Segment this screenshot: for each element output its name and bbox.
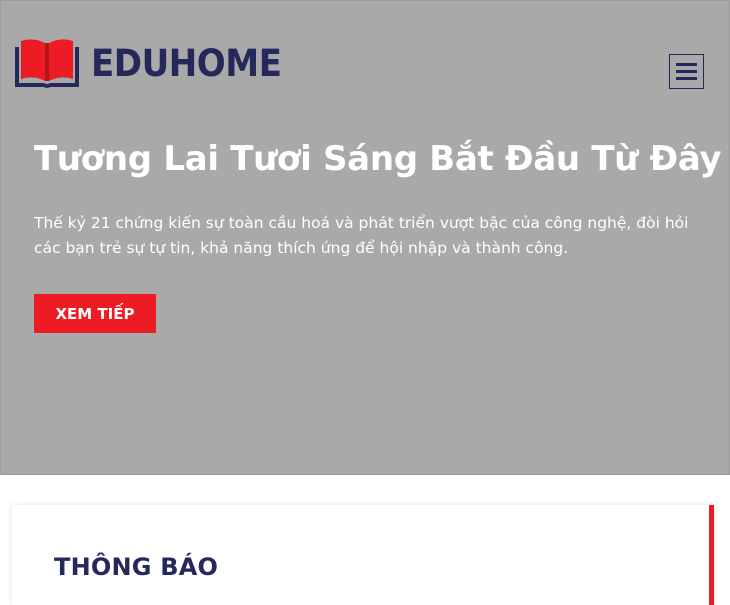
notice-card: THÔNG BÁO: [12, 505, 714, 605]
hamburger-menu-icon-bar: [676, 77, 697, 80]
open-book-icon: [15, 39, 79, 88]
logo[interactable]: EDUHOME: [13, 37, 298, 89]
hamburger-menu-icon-bar: [676, 70, 697, 73]
hamburger-menu-icon: [676, 63, 697, 66]
hero-banner: EDUHOME Tương Lai Tươi Sáng Bắt Đầu Từ Đ…: [0, 0, 730, 475]
logo-text: EDUHOME: [91, 41, 282, 85]
hamburger-menu-button[interactable]: [669, 54, 704, 89]
hero-description: Thế kỷ 21 chứng kiến sự toàn cầu hoá và …: [34, 214, 689, 257]
notice-title: THÔNG BÁO: [54, 553, 219, 581]
read-more-button[interactable]: XEM TIẾP: [34, 294, 156, 333]
hero-title: Tương Lai Tươi Sáng Bắt Đầu Từ Đây: [34, 139, 722, 179]
